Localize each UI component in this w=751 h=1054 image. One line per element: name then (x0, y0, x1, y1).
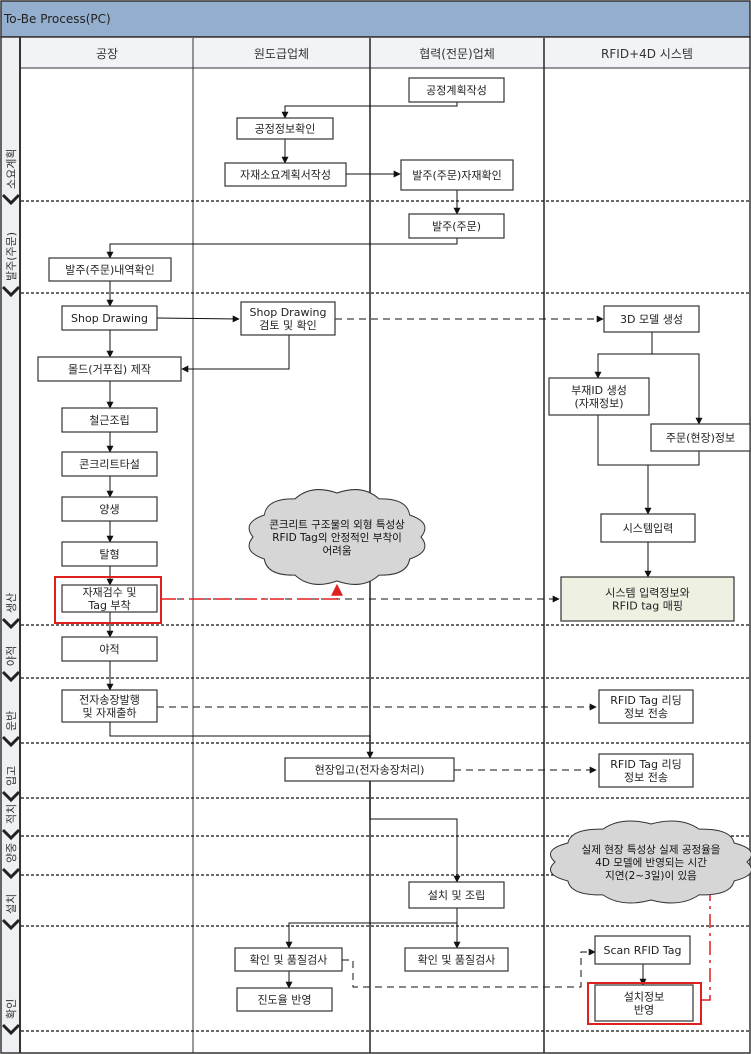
phase-label-install: 설치 (5, 894, 18, 914)
cloud-text: 어려움 (323, 545, 352, 557)
note-cloud: 실제 현장 특성상 실제 공정율을4D 모델에 반영되는 시간지연(2~3일)이… (550, 820, 751, 904)
process-box-label: 시스템 입력정보와 (605, 587, 689, 600)
process-box[interactable]: Scan RFID Tag (594, 935, 691, 965)
process-box-label: RFID Tag 리딩 (610, 758, 682, 771)
process-box-label: 야적 (99, 643, 119, 656)
process-box[interactable]: 몰드(거푸집) 제작 (37, 356, 182, 382)
process-box[interactable]: 양생 (61, 496, 158, 522)
process-box-label: 확인 및 품질검사 (250, 954, 328, 967)
process-box[interactable]: 시스템입력 (600, 513, 696, 543)
process-box-label: 현장입고(전자송장처리) (315, 764, 425, 777)
process-box[interactable]: RFID Tag 리딩정보 전송 (598, 753, 694, 788)
process-box[interactable]: 야적 (61, 636, 158, 662)
process-box-label: 확인 및 품질검사 (418, 954, 496, 967)
process-box[interactable]: 진도율 반영 (236, 987, 333, 1012)
process-box-label: 시스템입력 (623, 522, 674, 535)
process-box[interactable]: 공정계획작성 (408, 77, 505, 103)
process-box-label: 검토 및 확인 (259, 319, 317, 332)
process-box-label: 철근조립 (89, 414, 129, 427)
process-box-label: 설치정보 (624, 991, 664, 1004)
phase-label-store: 적치 (5, 804, 18, 824)
phase-label-confirm: 확인 (5, 999, 18, 1019)
process-box[interactable]: 공정정보확인 (236, 117, 334, 140)
process-box-label: 주문(현장)정보 (666, 432, 735, 445)
cloud-text: 실제 현장 특성상 실제 공정율을 (582, 844, 721, 856)
cloud-text: 4D 모델에 반영되는 시간 (595, 857, 707, 869)
process-box[interactable]: 콘크리트타설 (61, 451, 158, 477)
process-box-label: 공정계획작성 (426, 84, 487, 97)
process-box[interactable]: 설치 및 조립 (408, 881, 505, 909)
process-box-label: 몰드(거푸집) 제작 (68, 363, 151, 376)
cloud-text: 콘크리트 구조물의 외형 특성상 (269, 519, 405, 531)
process-box[interactable]: 3D 모델 생성 (603, 305, 700, 333)
process-box-label: Tag 부착 (87, 599, 130, 612)
process-box-label: 진도율 반영 (257, 994, 311, 1007)
title-bar: To-Be Process(PC) (0, 0, 751, 38)
process-box-label: 설치 및 조립 (428, 889, 486, 902)
process-box-label: 공정정보확인 (255, 123, 316, 136)
process-box[interactable]: 확인 및 품질검사 (234, 947, 343, 972)
process-box-label: 및 자재출하 (82, 706, 136, 720)
process-box[interactable]: 설치정보반영 (594, 984, 694, 1022)
process-box[interactable]: Shop Drawing (61, 305, 158, 331)
phase-label-order: 발주(주문) (5, 232, 18, 281)
lane-header-factory: 공장 (96, 47, 118, 61)
lane-header-partner: 협력(전문)업체 (419, 47, 495, 61)
process-box[interactable]: Shop Drawing검토 및 확인 (240, 301, 336, 336)
process-box[interactable]: 확인 및 품질검사 (404, 947, 509, 972)
process-box[interactable]: 탈형 (61, 541, 158, 567)
process-box-label: 탈형 (99, 548, 119, 561)
process-box[interactable]: 자재소요계획서작성 (224, 162, 347, 187)
process-box-label: 발주(주문)자재확인 (412, 169, 502, 182)
process-box-label: 3D 모델 생성 (620, 313, 683, 326)
process-box[interactable]: 현장입고(전자송장처리) (284, 757, 455, 782)
process-box-label: 전자송장발행 (79, 694, 140, 707)
process-box[interactable]: 발주(주문) (408, 213, 505, 239)
process-box-label: 자재소요계획서작성 (240, 169, 331, 182)
process-box-label: (자재정보) (574, 397, 623, 410)
process-box[interactable]: 전자송장발행및 자재출하 (61, 689, 158, 723)
diagram-title: To-Be Process(PC) (3, 12, 111, 26)
process-box-label: 발주(주문)내역확인 (65, 264, 155, 277)
process-box-label: 콘크리트타설 (79, 458, 140, 471)
process-box-label: 정보 전송 (624, 771, 668, 784)
phase-label-receive: 입고 (5, 766, 18, 786)
cloud-text: RFID Tag의 안정적인 부착이 (272, 532, 402, 544)
phase-label-transport: 운반 (5, 711, 18, 731)
process-box-label: RFID tag 매핑 (612, 600, 683, 613)
process-box[interactable]: 부재ID 생성(자재정보) (548, 377, 650, 416)
process-diagram: To-Be Process(PC) 공장 원도급업체 협력(전문)업체 RFID+4D… (0, 0, 751, 1054)
process-box-label: 부재ID 생성 (571, 384, 627, 397)
process-box-label: 반영 (634, 1004, 654, 1017)
process-box-label: RFID Tag 리딩 (610, 694, 682, 707)
phase-label-stock: 야적 (5, 646, 18, 666)
process-box-label: 발주(주문) (432, 220, 481, 233)
process-box[interactable]: 철근조립 (61, 407, 158, 433)
process-box-label: 자재검수 및 (82, 586, 136, 599)
lane-header-general: 원도급업체 (254, 47, 309, 61)
note-cloud: 콘크리트 구조물의 외형 특성상RFID Tag의 안정적인 부착이어려움 (248, 489, 426, 585)
phase-label-lift: 양중 (5, 843, 18, 863)
cloud-text: 지연(2~3일)이 있음 (605, 869, 697, 882)
process-box[interactable]: 시스템 입력정보와RFID tag 매핑 (560, 576, 735, 622)
process-box-label: Shop Drawing (250, 306, 327, 319)
process-box-label: 양생 (99, 503, 119, 516)
lane-header-system: RFID+4D 시스템 (601, 47, 693, 61)
process-box[interactable]: 발주(주문)자재확인 (400, 159, 514, 191)
phase-label-produce: 생산 (5, 593, 18, 613)
process-box[interactable]: RFID Tag 리딩정보 전송 (598, 689, 694, 724)
process-box[interactable]: 주문(현장)정보 (650, 423, 751, 452)
process-box-label: Shop Drawing (71, 312, 148, 325)
phase-label-plan: 소요계획 (5, 149, 18, 189)
process-box-label: Scan RFID Tag (603, 944, 681, 957)
process-box[interactable]: 발주(주문)내역확인 (48, 257, 172, 282)
process-box-label: 정보 전송 (624, 707, 668, 720)
process-box[interactable]: 자재검수 및Tag 부착 (61, 584, 158, 613)
